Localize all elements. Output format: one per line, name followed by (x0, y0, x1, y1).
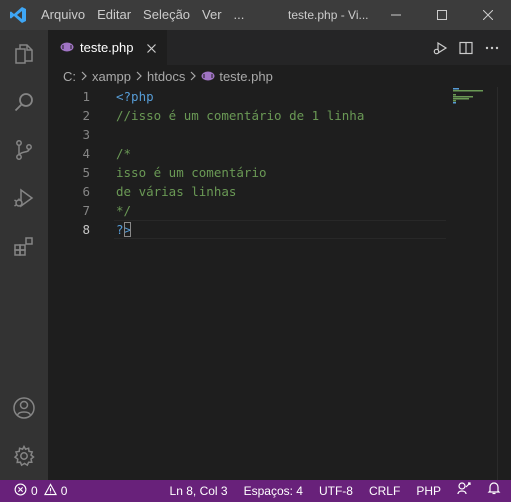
php-file-icon (60, 40, 74, 55)
code-editor[interactable]: 1 <?php 2 //isso é um comentário de 1 li… (48, 87, 511, 480)
end-of-line[interactable]: CRLF (361, 480, 408, 502)
line-number: 3 (82, 127, 90, 142)
php-close-tag: ?> (116, 220, 132, 239)
search-icon[interactable] (0, 78, 48, 126)
minimap[interactable] (453, 87, 499, 107)
run-debug-icon[interactable] (427, 35, 453, 61)
menu-selecao[interactable]: Seleção (137, 0, 196, 30)
status-bar: 0 0 Ln 8, Col 3 Espaços: 4 UTF-8 CRLF PH… (0, 480, 511, 502)
code-line: 3 (48, 125, 448, 144)
code-line: 2 //isso é um comentário de 1 linha (48, 106, 448, 125)
window-controls (373, 0, 511, 30)
single-line-comment: //isso é um comentário de 1 linha (116, 108, 365, 123)
encoding[interactable]: UTF-8 (311, 480, 361, 502)
minimize-button[interactable] (373, 0, 419, 30)
breadcrumb-drive[interactable]: C: (63, 69, 76, 84)
run-debug-icon[interactable] (0, 174, 48, 222)
title-bar: Arquivo Editar Seleção Ver ... teste.php… (0, 0, 511, 30)
comment-close: */ (116, 203, 132, 218)
source-control-icon[interactable] (0, 126, 48, 174)
maximize-button[interactable] (419, 0, 465, 30)
menu-ver[interactable]: Ver (196, 0, 228, 30)
breadcrumb: C: xampp htdocs teste.php (48, 65, 511, 87)
cursor-position[interactable]: Ln 8, Col 3 (162, 480, 236, 502)
breadcrumb-htdocs[interactable]: htdocs (147, 69, 185, 84)
account-icon[interactable] (0, 384, 48, 432)
code-line: 6 de várias linhas (48, 182, 448, 201)
warning-count: 0 (60, 484, 68, 498)
indentation[interactable]: Espaços: 4 (236, 480, 311, 502)
breadcrumb-xampp[interactable]: xampp (92, 69, 131, 84)
vertical-scrollbar[interactable] (497, 87, 511, 480)
line-number: 1 (82, 89, 90, 104)
code-line: 4 /* (48, 144, 448, 163)
explorer-icon[interactable] (0, 30, 48, 78)
feedback-icon[interactable] (449, 480, 479, 502)
language-mode[interactable]: PHP (408, 480, 449, 502)
window-title: teste.php - Vi... (288, 8, 369, 22)
line-number: 7 (82, 203, 90, 218)
problems-indicator[interactable]: 0 0 (14, 483, 67, 499)
menu-more[interactable]: ... (228, 0, 251, 30)
php-file-icon (201, 71, 215, 81)
close-button[interactable] (465, 0, 511, 30)
menu-bar: Arquivo Editar Seleção Ver ... (35, 0, 250, 30)
comment-open: /* (116, 146, 132, 161)
vscode-logo-icon (0, 0, 35, 30)
split-editor-icon[interactable] (453, 35, 479, 61)
notifications-icon[interactable] (479, 480, 511, 502)
chevron-right-icon (135, 71, 143, 81)
line-number: 2 (82, 108, 90, 123)
tab-teste-php[interactable]: teste.php (48, 30, 167, 65)
tabs-bar: teste.php (48, 30, 511, 65)
warning-icon (43, 483, 57, 499)
tab-label: teste.php (80, 40, 134, 55)
line-number: 8 (82, 222, 90, 237)
multi-line-comment-text: de várias linhas (116, 184, 237, 199)
menu-arquivo[interactable]: Arquivo (35, 0, 91, 30)
editor-actions (427, 30, 511, 65)
chevron-right-icon (189, 71, 197, 81)
code-line: 7 */ (48, 201, 448, 220)
close-tab-icon[interactable] (143, 40, 159, 56)
menu-editar[interactable]: Editar (91, 0, 137, 30)
line-number: 5 (82, 165, 90, 180)
extensions-icon[interactable] (0, 222, 48, 270)
php-open-tag: <?php (116, 89, 154, 104)
error-count: 0 (31, 484, 38, 498)
chevron-right-icon (80, 71, 88, 81)
php-close-tag-q: ? (116, 222, 124, 237)
line-number: 6 (82, 184, 90, 199)
code-line: 1 <?php (48, 87, 448, 106)
line-number: 4 (82, 146, 90, 161)
error-icon (14, 483, 27, 499)
more-actions-icon[interactable] (479, 35, 505, 61)
code-line: 5 isso é um comentário (48, 163, 448, 182)
multi-line-comment-text: isso é um comentário (116, 165, 267, 180)
code-line: 8 ?> (48, 220, 448, 239)
breadcrumb-file[interactable]: teste.php (219, 69, 273, 84)
settings-gear-icon[interactable] (0, 432, 48, 480)
php-close-tag-gt: > (123, 222, 132, 237)
activity-bar (0, 30, 48, 480)
